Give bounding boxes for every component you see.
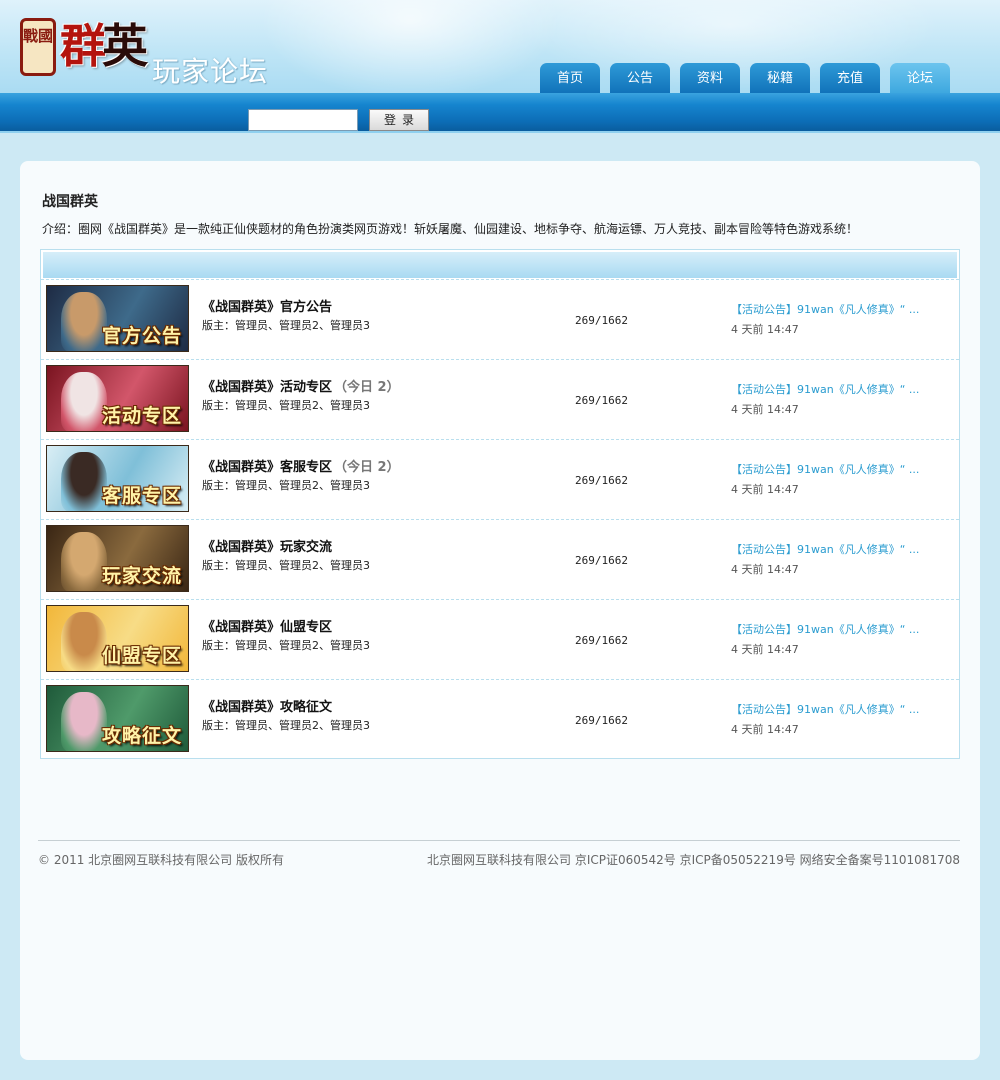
logo-seal: 戰國	[20, 18, 56, 76]
footer-license: 北京圈网互联科技有限公司 京ICP证060542号 京ICP备05052219号…	[427, 853, 960, 867]
last-post-link[interactable]: 【活动公告】91wan《凡人修真》“ ...	[731, 701, 919, 717]
thumb-figure	[61, 372, 107, 431]
board-row: 玩家交流 《战国群英》玩家交流 版主：管理员、管理员2、管理员3 269/166…	[41, 519, 959, 599]
game-logo[interactable]: 戰國 群英	[16, 10, 148, 90]
nav-tab-recharge[interactable]: 充值	[820, 63, 880, 95]
logo-wordmark: 群英	[60, 10, 148, 76]
board-row: 客服专区 《战国群英》客服专区 （今日 2） 版主：管理员、管理员2、管理员3 2…	[41, 439, 959, 519]
board-name-link[interactable]: 《战国群英》仙盟专区	[202, 616, 334, 635]
board-thumbnail[interactable]: 攻略征文	[46, 685, 189, 752]
main-panel: 战国群英 介绍：圈网《战国群英》是一款纯正仙侠题材的角色扮演类网页游戏！斩妖屠魔…	[20, 161, 980, 1060]
nav-tab-announcements[interactable]: 公告	[610, 63, 670, 95]
board-moderators: 版主：管理员、管理员2、管理员3	[202, 319, 370, 332]
board-row: 活动专区 《战国群英》活动专区 （今日 2） 版主：管理员、管理员2、管理员3 2…	[41, 359, 959, 439]
last-post-link[interactable]: 【活动公告】91wan《凡人修真》“ ...	[731, 461, 919, 477]
last-post-link[interactable]: 【活动公告】91wan《凡人修真》“ ...	[731, 381, 919, 397]
board-name: 《战国群英》玩家交流	[202, 540, 333, 555]
login-button[interactable]: 登录	[369, 109, 429, 131]
last-post-time: 4 天前 14:47	[731, 323, 799, 336]
thumb-caption: 官方公告	[101, 325, 182, 347]
board-moderators: 版主：管理员、管理员2、管理员3	[202, 479, 370, 492]
thumb-caption: 活动专区	[101, 405, 182, 427]
board-stats: 269/1662	[575, 474, 628, 487]
logo-char: 群	[60, 19, 106, 73]
board-name: 《战国群英》仙盟专区	[202, 620, 333, 635]
today-count: （今日 2）	[334, 380, 400, 395]
login-bar: 登录	[0, 93, 1000, 133]
last-post-time: 4 天前 14:47	[731, 723, 799, 736]
nav-tab-info[interactable]: 资料	[680, 63, 740, 95]
last-post-time: 4 天前 14:47	[731, 563, 799, 576]
last-post-link[interactable]: 【活动公告】91wan《凡人修真》“ ...	[731, 301, 919, 317]
thumb-caption: 玩家交流	[101, 565, 182, 587]
board-row: 仙盟专区 《战国群英》仙盟专区 版主：管理员、管理员2、管理员3 269/166…	[41, 599, 959, 679]
last-post-time: 4 天前 14:47	[731, 483, 799, 496]
board-moderators: 版主：管理员、管理员2、管理员3	[202, 559, 370, 572]
footer-divider	[38, 840, 960, 841]
board-thumbnail[interactable]: 仙盟专区	[46, 605, 189, 672]
last-post-time: 4 天前 14:47	[731, 403, 799, 416]
footer-copyright: © 2011 北京圈网互联科技有限公司 版权所有	[38, 853, 284, 867]
thumb-figure	[61, 692, 107, 751]
logo-char: 英	[102, 19, 148, 73]
board-thumbnail[interactable]: 活动专区	[46, 365, 189, 432]
board-stats: 269/1662	[575, 634, 628, 647]
board-name: 《战国群英》官方公告	[202, 300, 333, 315]
thumb-caption: 客服专区	[101, 485, 182, 507]
username-input[interactable]	[248, 109, 358, 131]
board-name-link[interactable]: 《战国群英》活动专区 （今日 2）	[202, 376, 400, 395]
board-thumbnail[interactable]: 客服专区	[46, 445, 189, 512]
last-post-time: 4 天前 14:47	[731, 643, 799, 656]
thumb-figure	[61, 612, 107, 671]
board-stats: 269/1662	[575, 714, 628, 727]
thumb-figure	[61, 532, 107, 591]
board-moderators: 版主：管理员、管理员2、管理员3	[202, 639, 370, 652]
nav-tab-forum[interactable]: 论坛	[890, 63, 950, 95]
forum-title: 战国群英	[42, 194, 98, 210]
thumb-caption: 攻略征文	[101, 725, 182, 747]
table-header	[43, 252, 957, 278]
board-moderators: 版主：管理员、管理员2、管理员3	[202, 719, 370, 732]
header-glow	[260, 0, 560, 95]
nav-tab-home[interactable]: 首页	[540, 63, 600, 95]
last-post-link[interactable]: 【活动公告】91wan《凡人修真》“ ...	[731, 621, 919, 637]
board-stats: 269/1662	[575, 394, 628, 407]
board-moderators: 版主：管理员、管理员2、管理员3	[202, 399, 370, 412]
board-name: 《战国群英》活动专区	[202, 380, 333, 395]
thumb-caption: 仙盟专区	[101, 645, 182, 667]
site-header: 戰國 群英 玩家论坛 首页 公告 资料 秘籍 充值 论坛	[0, 0, 1000, 95]
board-table: 官方公告 《战国群英》官方公告 版主：管理员、管理员2、管理员3 269/166…	[40, 249, 960, 759]
board-name: 《战国群英》攻略征文	[202, 700, 333, 715]
board-name-link[interactable]: 《战国群英》攻略征文	[202, 696, 334, 715]
board-name: 《战国群英》客服专区	[202, 460, 333, 475]
today-count: （今日 2）	[334, 460, 400, 475]
board-stats: 269/1662	[575, 314, 628, 327]
thumb-figure	[61, 292, 107, 351]
board-row: 攻略征文 《战国群英》攻略征文 版主：管理员、管理员2、管理员3 269/166…	[41, 679, 959, 759]
board-name-link[interactable]: 《战国群英》官方公告	[202, 296, 334, 315]
thumb-figure	[61, 452, 107, 511]
forum-intro: 介绍：圈网《战国群英》是一款纯正仙侠题材的角色扮演类网页游戏！斩妖屠魔、仙园建设…	[42, 222, 859, 236]
last-post-link[interactable]: 【活动公告】91wan《凡人修真》“ ...	[731, 541, 919, 557]
board-name-link[interactable]: 《战国群英》玩家交流	[202, 536, 334, 555]
site-subtitle: 玩家论坛	[152, 55, 269, 88]
board-row: 官方公告 《战国群英》官方公告 版主：管理员、管理员2、管理员3 269/166…	[41, 279, 959, 359]
board-name-link[interactable]: 《战国群英》客服专区 （今日 2）	[202, 456, 400, 475]
board-thumbnail[interactable]: 玩家交流	[46, 525, 189, 592]
nav-tab-guides[interactable]: 秘籍	[750, 63, 810, 95]
board-stats: 269/1662	[575, 554, 628, 567]
board-thumbnail[interactable]: 官方公告	[46, 285, 189, 352]
